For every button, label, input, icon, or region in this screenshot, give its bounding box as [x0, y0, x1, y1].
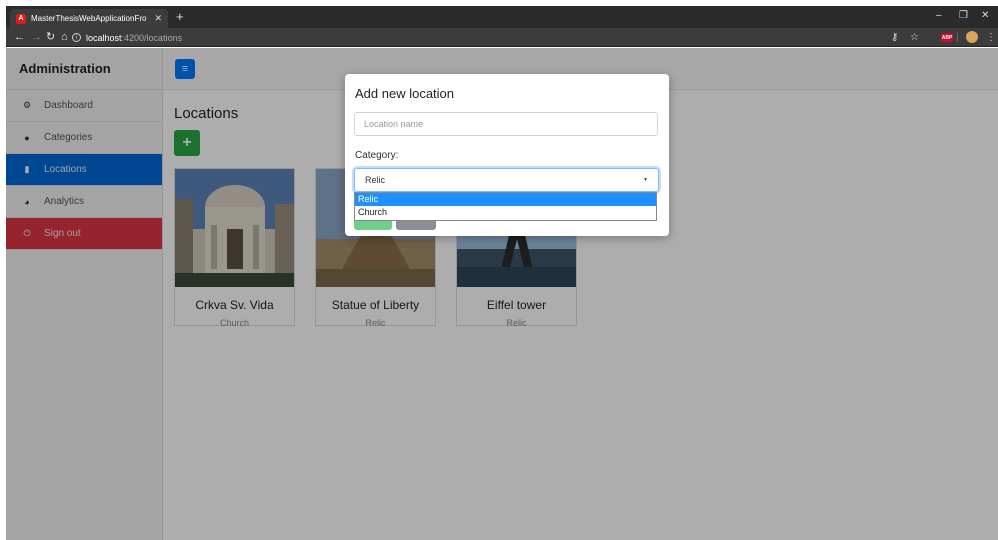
category-label: Category: [355, 150, 399, 161]
key-icon[interactable]: ⚷ [891, 30, 898, 45]
angular-favicon-icon: A [16, 13, 26, 24]
category-option[interactable]: Relic [355, 193, 656, 206]
restore-icon[interactable]: ❐ [959, 8, 968, 24]
forward-arrow-icon[interactable]: → [31, 29, 42, 45]
reload-icon[interactable]: ↻ [46, 29, 55, 45]
separator-icon: | [956, 32, 959, 43]
add-location-modal: Add new location Category: Relic ▼ Relic… [345, 74, 669, 236]
category-dropdown: Relic Church [354, 192, 657, 221]
adblock-icon[interactable]: ABP [941, 33, 953, 42]
tab-title: MasterThesisWebApplicationFro [31, 14, 147, 23]
back-arrow-icon[interactable]: ← [14, 29, 25, 45]
star-icon[interactable]: ☆ [910, 30, 919, 45]
browser-window: A MasterThesisWebApplicationFro ✕ + – ❐ … [6, 6, 998, 540]
browser-toolbar: ← → ↻ ⌂ i localhost:4200/locations ⚷ ☆ A… [6, 28, 998, 47]
cancel-button[interactable] [396, 220, 436, 230]
url-host: localhost [86, 32, 122, 43]
modal-title: Add new location [355, 86, 455, 101]
minimize-icon[interactable]: – [936, 8, 942, 24]
new-tab-button[interactable]: + [176, 9, 184, 25]
home-icon[interactable]: ⌂ [61, 29, 68, 45]
close-window-icon[interactable]: ✕ [981, 8, 989, 24]
menu-dots-icon[interactable]: ⋮ [986, 30, 996, 45]
location-name-input[interactable] [354, 112, 658, 136]
save-button[interactable] [354, 220, 392, 230]
address-bar[interactable]: i localhost:4200/locations [72, 30, 872, 45]
tab-strip: A MasterThesisWebApplicationFro ✕ + – ❐ … [6, 6, 998, 28]
category-select[interactable]: Relic ▼ [354, 168, 659, 192]
url-text: localhost:4200/locations [86, 33, 182, 43]
tab-close-icon[interactable]: ✕ [154, 13, 162, 24]
info-icon[interactable]: i [72, 33, 81, 42]
profile-avatar[interactable] [966, 31, 978, 43]
category-option[interactable]: Church [355, 206, 656, 219]
selected-category: Relic [365, 175, 386, 185]
url-path: :4200/locations [121, 32, 183, 43]
browser-tab[interactable]: A MasterThesisWebApplicationFro ✕ [10, 9, 168, 28]
chevron-down-icon: ▼ [643, 177, 648, 183]
